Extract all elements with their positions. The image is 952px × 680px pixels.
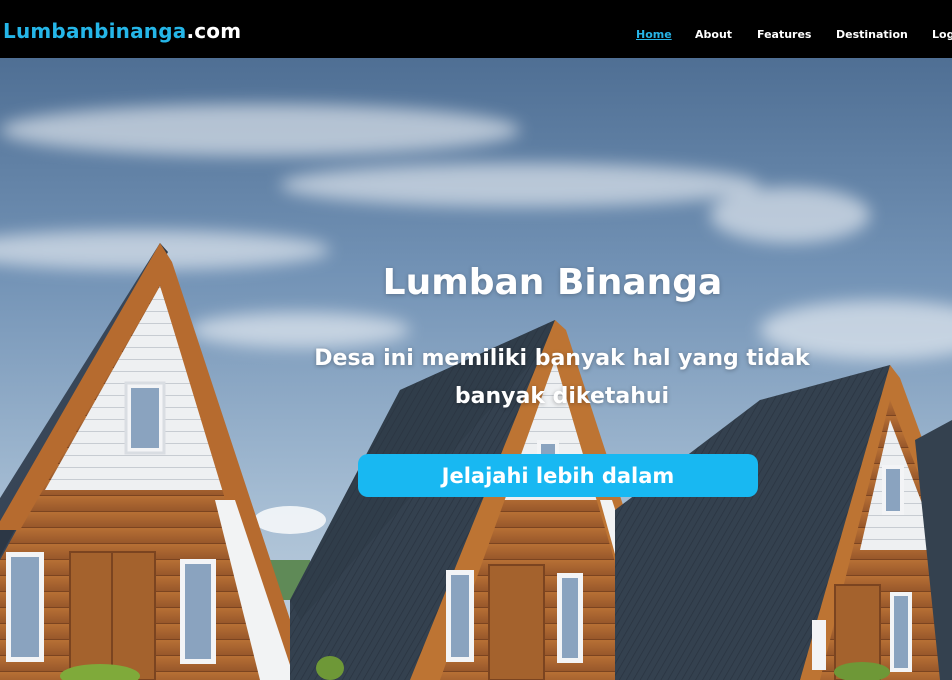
nav-about[interactable]: About	[695, 28, 732, 41]
nav-login[interactable]: Log	[932, 28, 952, 41]
navbar: Lumbanbinanga.com Home About Features De…	[0, 0, 952, 58]
nav-home[interactable]: Home	[636, 28, 672, 41]
nav-destination[interactable]: Destination	[836, 28, 908, 41]
hero-section: Lumban Binanga Desa ini memiliki banyak …	[0, 58, 952, 680]
brand-logo[interactable]: Lumbanbinanga.com	[3, 19, 241, 43]
explore-button[interactable]: Jelajahi lebih dalam	[358, 454, 758, 497]
brand-tld: .com	[186, 19, 242, 43]
brand-name: Lumbanbinanga	[3, 19, 187, 43]
hero-subtitle: Desa ini memiliki banyak hal yang tidak …	[314, 346, 810, 409]
nav-features[interactable]: Features	[757, 28, 811, 41]
hero-title: Lumban Binanga	[382, 262, 723, 303]
